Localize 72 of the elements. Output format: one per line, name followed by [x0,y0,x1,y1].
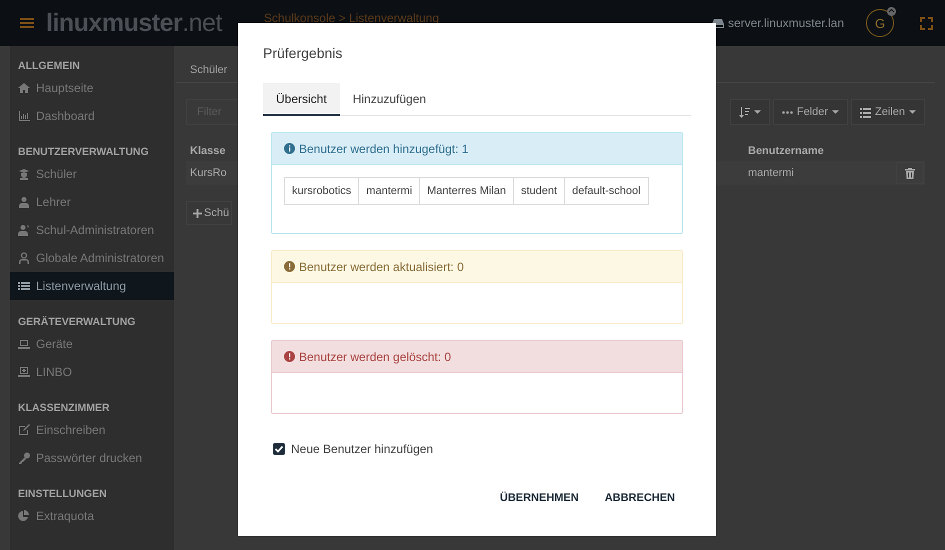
menu-icon[interactable] [20,17,34,29]
sidebar-heading: EINSTELLUNGEN [17,487,108,502]
sidebar-heading: BENUTZERVERWALTUNG [17,145,150,160]
server-name: server.linuxmuster.lan [728,16,844,30]
dialog-title: Prüfergebnis [263,45,344,63]
sidebar-item-icon [18,252,30,264]
sidebar-item-icon [18,196,30,208]
delete-button[interactable] [896,162,924,184]
table-cell: mantermi [748,167,794,179]
sidebar-item-icon [18,338,30,350]
rows-button[interactable]: Zeilen [851,99,925,125]
checkbox-label: Neue Benutzer hinzufügen [291,442,434,456]
table-cell: mantermi [358,178,420,204]
sidebar-item-icon [18,110,30,122]
sidebar-item[interactable]: Passwörter drucken [10,444,174,472]
sidebar-item-icon [18,424,30,436]
badge-icon [887,7,896,16]
column-header: Benutzername [748,145,824,159]
info-icon [284,143,295,154]
table-cell: student [514,178,565,204]
sort-icon [738,106,750,118]
caret-icon [754,110,761,114]
cancel-button[interactable]: ABBRECHEN [596,486,683,510]
warning-icon [284,261,295,272]
danger-icon [284,351,295,362]
sidebar-item[interactable]: Listenverwaltung [10,272,174,300]
sidebar-item-icon [18,82,30,94]
sidebar-item-icon [18,510,30,522]
caret-icon [832,110,840,114]
user-avatar[interactable]: G [866,9,894,37]
sort-button[interactable] [730,99,770,125]
breadcrumb: Schulkonsole > Listenverwaltung [264,11,440,25]
sidebar-item-icon [18,366,30,378]
sidebar-item[interactable]: Extraquota [10,502,174,530]
checkbox[interactable] [273,443,285,455]
sidebar-item[interactable]: Globale Administratoren [10,244,174,272]
add-button[interactable]: Schü [186,201,232,225]
sidebar-item[interactable]: Dashboard [10,102,174,130]
list-icon [860,106,872,118]
sidebar-item[interactable]: LINBO [10,358,174,386]
sidebar-item[interactable]: Hauptseite [10,74,174,102]
caret-icon [909,110,916,114]
column-header: Klasse [190,145,226,159]
sidebar-item[interactable]: Einschreiben [10,416,174,444]
sidebar-item-icon [18,452,30,464]
sidebar-item-icon [18,224,30,236]
sidebar-item[interactable]: Geräte [10,330,174,358]
fullscreen-icon[interactable] [920,16,933,30]
sidebar-item[interactable]: Schul-Administratoren [10,216,174,244]
sidebar-item[interactable]: Schüler [10,160,174,188]
tab[interactable]: Schüler [186,58,232,82]
logo: linuxmuster.net [46,8,222,38]
plus-icon [193,208,202,218]
table-cell: kursrobotics [284,178,359,204]
sidebar-item-icon [18,168,30,180]
tab[interactable]: Übersicht [263,83,340,116]
sidebar-heading: KLASSENZIMMER [17,401,111,416]
tab[interactable]: Hinzuzufügen [340,83,440,116]
sidebar-item[interactable]: Lehrer [10,188,174,216]
fields-button[interactable]: Felder [772,99,848,125]
panel-title: Benutzer werden aktualisiert: 0 [299,260,464,274]
table-cell: KursRo [190,167,227,179]
sidebar-item-icon [18,280,30,292]
dots-icon [782,110,793,114]
panel-title: Benutzer werden hinzugefügt: 1 [299,142,468,156]
table-cell: Manterres Milan [420,178,514,204]
panel-title: Benutzer werden gelöscht: 0 [299,350,452,364]
trash-icon [905,168,915,178]
sidebar-heading: ALLGEMEIN [17,59,81,74]
apply-button[interactable]: ÜBERNEHMEN [492,486,587,510]
sidebar-heading: GERÄTEVERWALTUNG [17,315,136,330]
table-cell: default-school [564,178,648,204]
